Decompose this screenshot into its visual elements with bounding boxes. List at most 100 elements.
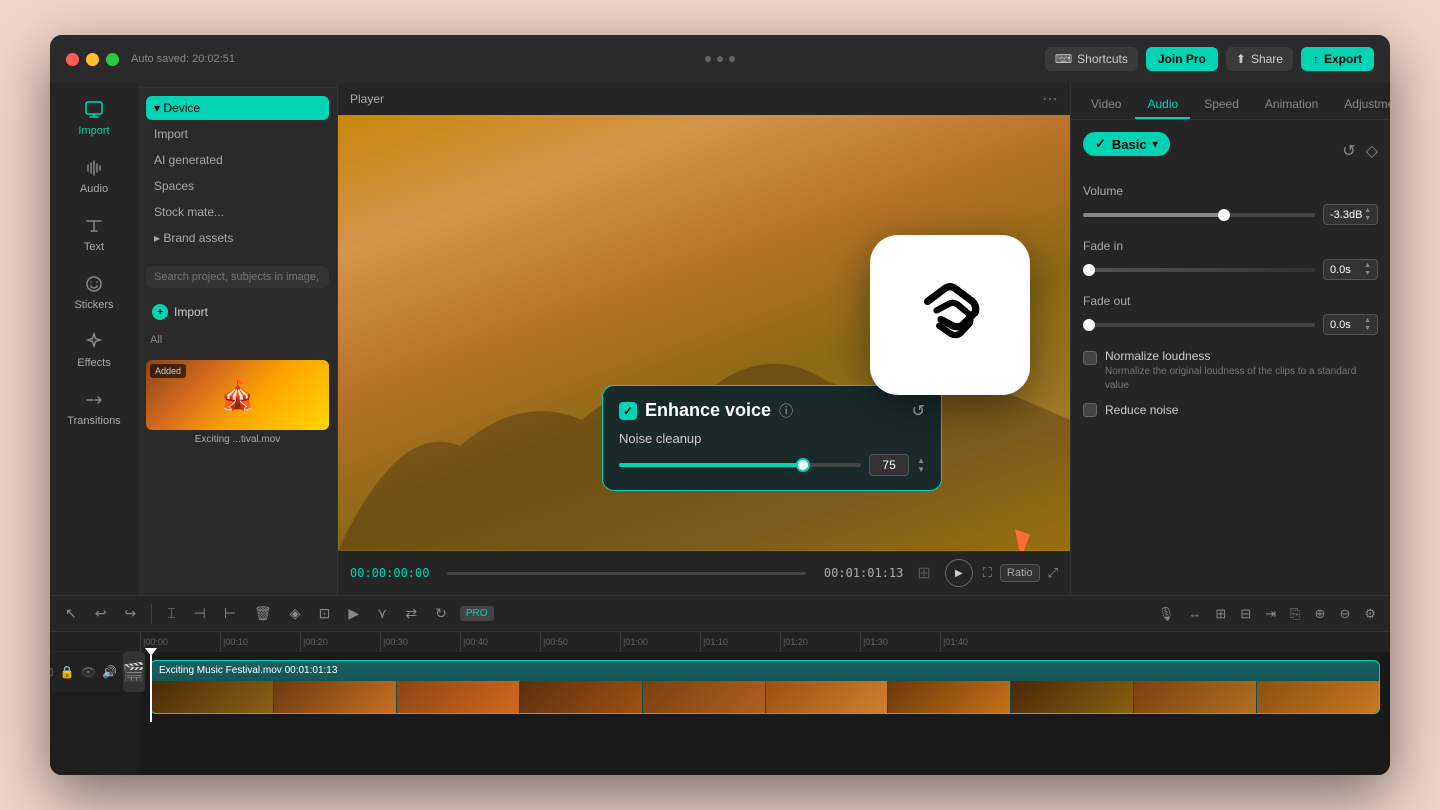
fade-in-slider[interactable] — [1083, 268, 1315, 272]
track-view-icon[interactable]: ⊡ — [50, 665, 54, 679]
normalize-checkbox[interactable] — [1083, 351, 1097, 365]
shortcuts-button[interactable]: ⌨ Shortcuts — [1045, 47, 1138, 71]
clip-frame-3 — [397, 681, 519, 713]
maximize-button[interactable] — [106, 53, 119, 66]
timeline-right-controls: 🎙 ↔ ⊞ ⊟ ⇥ ⎘ ⊕ ⊖ ⚙ — [1154, 604, 1380, 624]
ruler-mark-40: |00:40 — [460, 632, 540, 652]
media-import-button[interactable]: + Import — [146, 300, 329, 324]
volume-slider[interactable] — [1083, 213, 1315, 217]
media-nav-brand[interactable]: ▸ Brand assets — [146, 226, 329, 250]
fo-up[interactable]: ▲ — [1364, 317, 1371, 324]
volume-slider-row: -3.3dB ▲ ▼ — [1083, 204, 1378, 225]
progress-bar[interactable] — [447, 572, 805, 575]
tl-settings[interactable]: ⚙ — [1360, 604, 1380, 624]
video-clip[interactable]: Exciting Music Festival.mov 00:01:01:13 — [150, 660, 1380, 714]
tab-video[interactable]: Video — [1079, 91, 1133, 119]
keyboard-icon: ⌨ — [1055, 52, 1072, 66]
vol-down[interactable]: ▼ — [1364, 215, 1371, 222]
tl-minus[interactable]: ⊖ — [1335, 604, 1354, 624]
fullscreen-icon[interactable]: ⤢ — [1048, 565, 1058, 581]
mark-tool[interactable]: ◈ — [285, 602, 306, 625]
share-button[interactable]: ⬆ Share — [1226, 47, 1293, 71]
fade-out-label: Fade out — [1083, 294, 1378, 308]
ratio-button[interactable]: Ratio — [1000, 564, 1040, 582]
media-nav-ai[interactable]: AI generated — [146, 148, 329, 172]
noise-down-arrow[interactable]: ▼ — [917, 466, 925, 474]
normalize-desc: Normalize the original loudness of the c… — [1105, 365, 1378, 393]
clip-frame-9 — [1134, 681, 1256, 713]
tab-adjustment[interactable]: Adjustment — [1332, 91, 1390, 119]
clip-frame-7 — [888, 681, 1010, 713]
trim-right-tool[interactable]: ⊢ — [219, 602, 241, 625]
media-grid: Added 🎪 Exciting ...tival.mov — [138, 352, 337, 453]
media-nav-device[interactable]: ▾ Device — [146, 96, 329, 120]
export-button[interactable]: ↑ Export — [1301, 47, 1374, 71]
redo-button[interactable]: ↪ — [119, 602, 141, 625]
join-pro-button[interactable]: Join Pro — [1146, 47, 1218, 71]
fo-down[interactable]: ▼ — [1364, 325, 1371, 332]
close-button[interactable] — [66, 53, 79, 66]
noise-slider[interactable] — [619, 463, 861, 467]
play-tool[interactable]: ▶ — [343, 602, 364, 625]
fade-out-slider[interactable] — [1083, 323, 1315, 327]
tl-split-v[interactable]: ⊟ — [1236, 604, 1255, 624]
tab-audio[interactable]: Audio — [1135, 91, 1190, 119]
search-input[interactable] — [146, 266, 329, 288]
sidebar-item-import[interactable]: Import — [54, 91, 134, 145]
crop-icon[interactable]: ⛶ — [983, 565, 992, 581]
track-lock-icon[interactable]: 🔒 — [60, 665, 75, 679]
sidebar-item-text[interactable]: Text — [54, 207, 134, 261]
minimize-button[interactable] — [86, 53, 99, 66]
crop-tool[interactable]: ⊡ — [314, 602, 336, 625]
diamond-icon[interactable]: ◇ — [1366, 141, 1378, 161]
sidebar-item-effects[interactable]: Effects — [54, 323, 134, 377]
volume-thumb[interactable] — [1218, 209, 1230, 221]
sidebar-item-audio[interactable]: Audio — [54, 149, 134, 203]
fi-down[interactable]: ▼ — [1364, 270, 1371, 277]
reset-icon[interactable]: ↺ — [1342, 141, 1355, 161]
noise-slider-thumb[interactable] — [796, 458, 810, 472]
reduce-noise-checkbox[interactable] — [1083, 403, 1097, 417]
pro-tool[interactable]: PRO — [460, 606, 494, 621]
playhead[interactable] — [150, 652, 152, 722]
vol-up[interactable]: ▲ — [1364, 207, 1371, 214]
split2-tool[interactable]: ⋎ — [372, 602, 392, 625]
tl-arrow-r[interactable]: ⇥ — [1261, 604, 1280, 624]
sidebar-item-stickers[interactable]: Stickers — [54, 265, 134, 319]
media-nav-spaces[interactable]: Spaces — [146, 174, 329, 198]
toolbar-separator-1 — [151, 604, 152, 624]
added-badge: Added — [150, 364, 186, 378]
media-nav-import[interactable]: Import — [146, 122, 329, 146]
undo-button[interactable]: ↩ — [90, 602, 112, 625]
ruler-mark-130: |01:30 — [860, 632, 940, 652]
delete-tool[interactable]: 🗑 — [249, 602, 277, 625]
mirror-tool[interactable]: ⇄ — [400, 602, 422, 625]
fade-out-thumb[interactable] — [1083, 319, 1095, 331]
player-menu-icon[interactable]: ⋯ — [1042, 89, 1058, 109]
fi-up[interactable]: ▲ — [1364, 262, 1371, 269]
media-thumbnail[interactable]: Added 🎪 — [146, 360, 329, 430]
fade-in-thumb[interactable] — [1083, 264, 1095, 276]
track-controls: ⊡ 🔒 👁 🔊 🎬 — [50, 652, 140, 692]
tl-split-h[interactable]: ⊞ — [1211, 604, 1230, 624]
play-button[interactable]: ▶ — [945, 559, 973, 587]
media-nav-stock[interactable]: Stock mate... — [146, 200, 329, 224]
tl-zoom-in[interactable]: ↔ — [1184, 604, 1205, 623]
enhance-checkbox[interactable]: ✓ — [619, 402, 637, 420]
noise-up-arrow[interactable]: ▲ — [917, 457, 925, 465]
tl-copy[interactable]: ⎘ — [1286, 604, 1304, 624]
select-tool[interactable]: ↖ — [60, 602, 82, 625]
trim-left-tool[interactable]: ⊣ — [189, 602, 211, 625]
track-audio-icon[interactable]: 🔊 — [102, 665, 117, 679]
tab-speed[interactable]: Speed — [1192, 91, 1251, 119]
noise-cleanup-label: Noise cleanup — [619, 431, 925, 446]
tab-animation[interactable]: Animation — [1253, 91, 1330, 119]
tl-add-icon[interactable]: ⊕ — [1311, 604, 1330, 624]
basic-badge[interactable]: ✓ Basic ▾ — [1083, 132, 1170, 156]
enhance-reset-button[interactable]: ↺ — [912, 401, 925, 421]
split-tool[interactable]: ⌶ — [162, 602, 180, 625]
sidebar-item-transitions[interactable]: Transitions — [54, 381, 134, 435]
rotate-tool[interactable]: ↻ — [430, 602, 452, 625]
track-eye-icon[interactable]: 👁 — [81, 665, 96, 679]
mic-button[interactable]: 🎙 — [1154, 604, 1179, 624]
